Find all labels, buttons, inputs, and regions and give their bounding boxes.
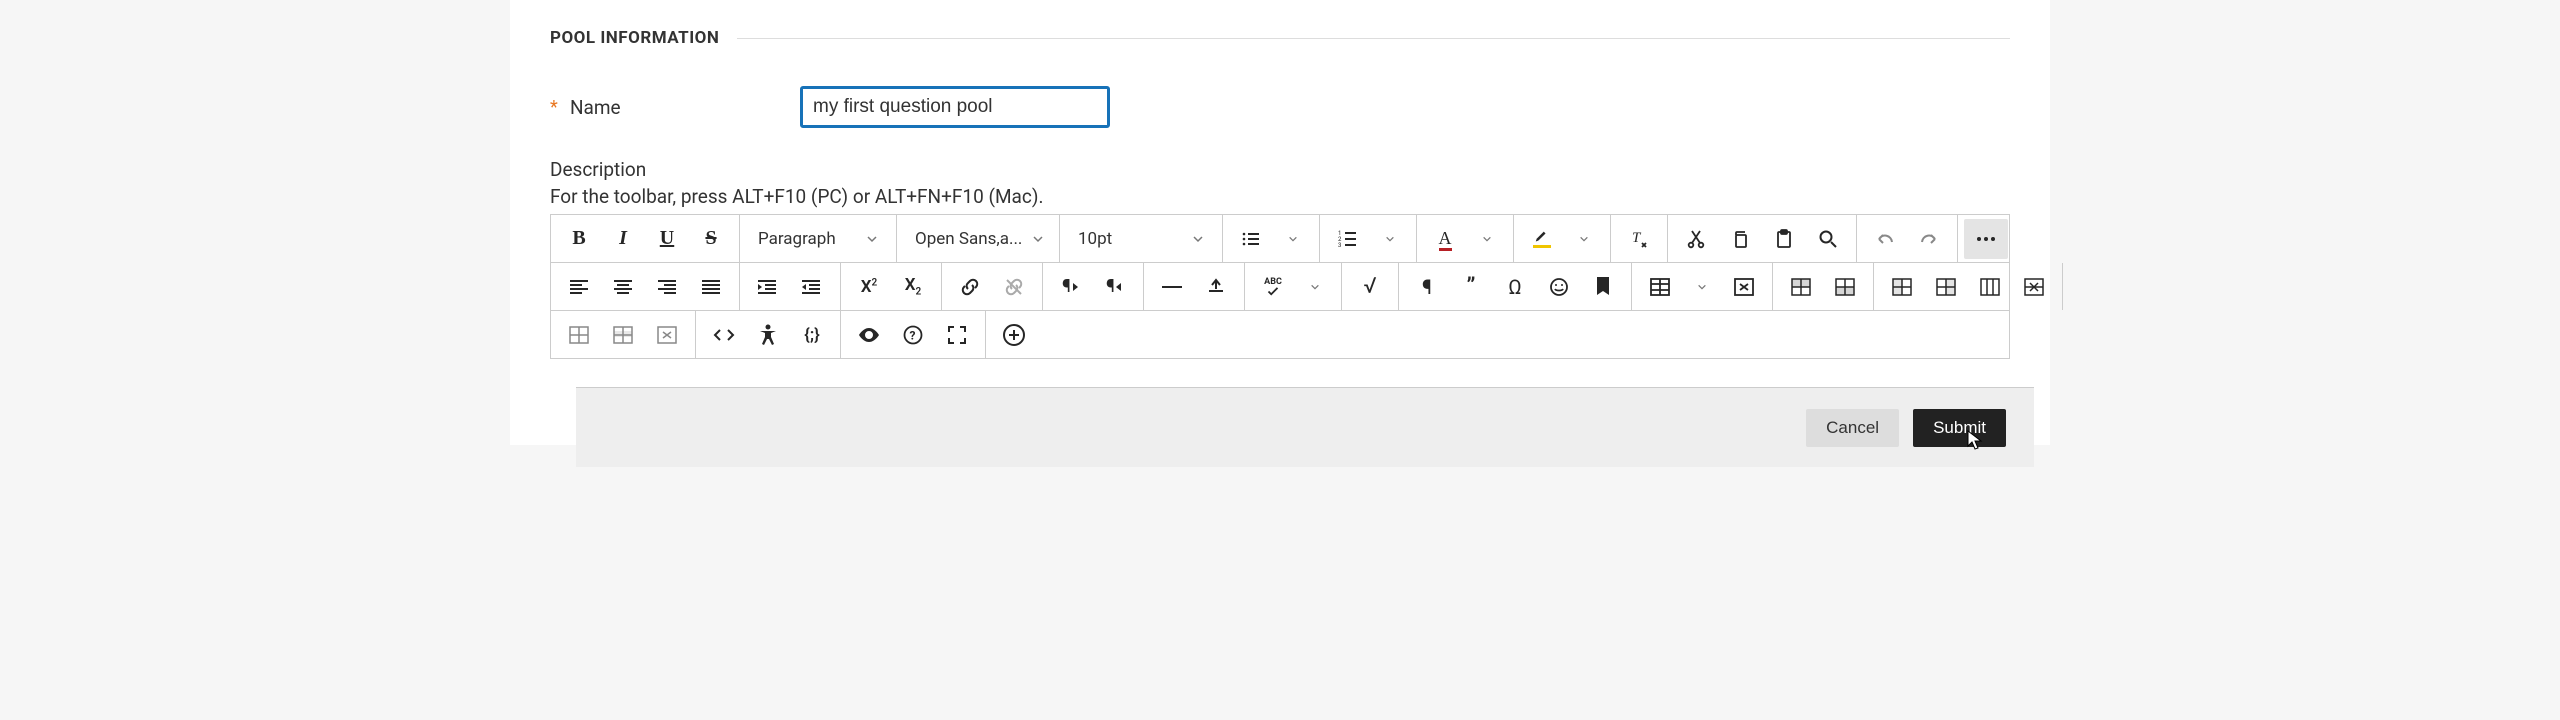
spellcheck-label: ABC — [1264, 278, 1282, 287]
block-format-label: Paragraph — [758, 229, 836, 249]
toolbar-row-3: {;} ? — [551, 311, 2009, 359]
chevron-down-icon — [1032, 233, 1044, 245]
highlight-color-dropdown[interactable] — [1564, 219, 1604, 259]
underline-button[interactable]: U — [645, 219, 689, 259]
horizontal-line-button[interactable] — [1150, 267, 1194, 307]
delete-table-button[interactable] — [1722, 267, 1766, 307]
source-code-button[interactable] — [702, 315, 746, 355]
special-char-button[interactable]: Ω — [1493, 267, 1537, 307]
anchor-button[interactable] — [1581, 267, 1625, 307]
spellcheck-dropdown[interactable] — [1295, 267, 1335, 307]
help-button[interactable]: ? — [891, 315, 935, 355]
ltr-button[interactable]: ¶ — [1049, 267, 1093, 307]
copy-button[interactable] — [1718, 219, 1762, 259]
split-cells-button[interactable] — [2012, 267, 2056, 307]
equation-button[interactable]: √ — [1348, 267, 1392, 307]
add-content-button[interactable] — [992, 315, 1036, 355]
name-field-row: * Name — [550, 68, 2010, 140]
accessibility-button[interactable] — [746, 315, 790, 355]
highlight-color-button[interactable] — [1520, 219, 1564, 259]
row-after-button[interactable] — [1823, 267, 1867, 307]
block-format-dropdown[interactable]: Paragraph — [746, 219, 890, 259]
table-button[interactable] — [1638, 267, 1682, 307]
find-replace-button[interactable] — [1806, 219, 1850, 259]
cell-props-button[interactable] — [557, 315, 601, 355]
submit-button[interactable]: Submit — [1913, 409, 2006, 447]
name-label: Name — [570, 96, 800, 119]
delete-cell-button[interactable] — [645, 315, 689, 355]
clear-formatting-button[interactable]: T — [1617, 219, 1661, 259]
paste-button[interactable] — [1762, 219, 1806, 259]
font-size-label: 10pt — [1078, 229, 1112, 249]
svg-text:?: ? — [910, 328, 916, 342]
strikethrough-button[interactable]: S — [689, 219, 733, 259]
bullet-list-dropdown[interactable] — [1273, 219, 1313, 259]
preview-button[interactable] — [847, 315, 891, 355]
footer-bar: Cancel Submit — [576, 387, 2034, 467]
editor-toolbar: B I U S Paragraph Open Sans,a... 10pt — [550, 214, 2010, 359]
required-star: * — [550, 97, 570, 118]
toolbar-row-1: B I U S Paragraph Open Sans,a... 10pt — [551, 215, 2009, 263]
undo-button[interactable] — [1863, 219, 1907, 259]
cancel-button[interactable]: Cancel — [1806, 409, 1899, 447]
align-justify-button[interactable] — [689, 267, 733, 307]
indent-button[interactable] — [746, 267, 790, 307]
more-button[interactable] — [1964, 219, 2008, 259]
redo-button[interactable] — [1907, 219, 1951, 259]
fullscreen-button[interactable] — [935, 315, 979, 355]
subscript-button[interactable]: X2 — [891, 267, 935, 307]
bullet-list-button[interactable] — [1229, 219, 1273, 259]
name-input[interactable] — [800, 86, 1110, 128]
italic-button[interactable]: I — [601, 219, 645, 259]
text-color-button[interactable]: A — [1423, 219, 1467, 259]
bold-button[interactable]: B — [557, 219, 601, 259]
toolbar-row-2: X2 X2 ¶ ¶ ABC √ — [551, 263, 2009, 311]
col-before-button[interactable] — [1880, 267, 1924, 307]
rtl-button[interactable]: ¶ — [1093, 267, 1137, 307]
code-sample-button[interactable]: {;} — [790, 315, 834, 355]
blockquote-button[interactable]: ” — [1449, 267, 1493, 307]
insert-file-button[interactable] — [1194, 267, 1238, 307]
section-header: POOL INFORMATION — [550, 0, 2010, 68]
numbered-list-dropdown[interactable] — [1370, 219, 1410, 259]
svg-text:T: T — [1632, 230, 1642, 246]
font-size-dropdown[interactable]: 10pt — [1066, 219, 1216, 259]
pilcrow-button[interactable]: ¶ — [1405, 267, 1449, 307]
row-props-button[interactable] — [601, 315, 645, 355]
font-family-dropdown[interactable]: Open Sans,a... — [903, 219, 1053, 259]
link-button[interactable] — [948, 267, 992, 307]
chevron-down-icon — [1192, 233, 1204, 245]
unlink-button[interactable] — [992, 267, 1036, 307]
svg-text:3: 3 — [1338, 242, 1341, 249]
toolbar-hint: For the toolbar, press ALT+F10 (PC) or A… — [550, 181, 2010, 214]
align-left-button[interactable] — [557, 267, 601, 307]
emoji-button[interactable] — [1537, 267, 1581, 307]
font-family-label: Open Sans,a... — [915, 229, 1022, 249]
text-color-dropdown[interactable] — [1467, 219, 1507, 259]
description-label: Description — [550, 140, 2010, 181]
align-right-button[interactable] — [645, 267, 689, 307]
align-center-button[interactable] — [601, 267, 645, 307]
submit-label: Submit — [1933, 418, 1986, 437]
section-title: POOL INFORMATION — [550, 28, 719, 48]
table-dropdown[interactable] — [1682, 267, 1722, 307]
section-divider — [737, 38, 2010, 39]
spellcheck-button[interactable]: ABC — [1251, 267, 1295, 307]
chevron-down-icon — [866, 233, 878, 245]
superscript-button[interactable]: X2 — [847, 267, 891, 307]
row-before-button[interactable] — [1779, 267, 1823, 307]
cut-button[interactable] — [1674, 219, 1718, 259]
col-after-button[interactable] — [1924, 267, 1968, 307]
numbered-list-button[interactable]: 123 — [1326, 219, 1370, 259]
merge-cells-button[interactable] — [1968, 267, 2012, 307]
outdent-button[interactable] — [790, 267, 834, 307]
